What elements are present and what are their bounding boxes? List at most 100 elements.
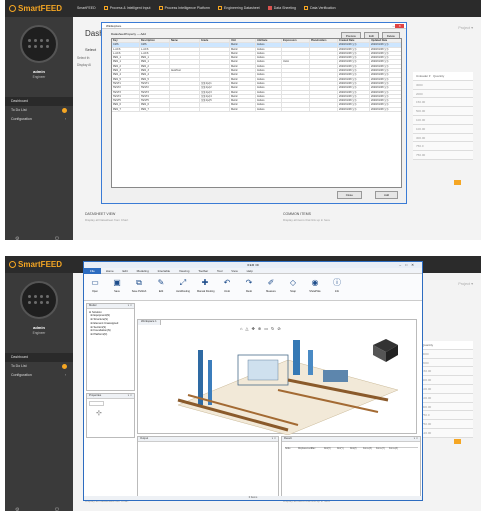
tab-process-intelligence[interactable]: Process Intelligence Platform	[158, 6, 210, 11]
menu-item-configuration[interactable]: Configuration ›	[5, 371, 73, 380]
result-column-header[interactable]: Max	[311, 448, 324, 450]
axis-triad-icon: ⊹	[96, 410, 102, 417]
avatar-dot	[34, 45, 37, 48]
cad-window: IFEM 3D –□✕ File Home Edit Modeling Inte…	[83, 261, 423, 501]
result-column-header[interactable]: Node	[285, 448, 298, 450]
summary-row: 100.00	[419, 384, 473, 394]
result-column-header[interactable]: Force(X)	[363, 448, 376, 450]
pane-pin-icon[interactable]: ▾ ✕	[128, 304, 132, 309]
project-selector[interactable]: Project ▾	[458, 25, 473, 30]
brand-logo[interactable]: SmartFEED	[9, 260, 62, 269]
close-icon[interactable]: ✕	[395, 24, 404, 28]
page-button[interactable]	[454, 180, 461, 185]
pane-pin-icon[interactable]: ▾ ✕	[272, 437, 276, 442]
top-tabs: SmartFEED Process & Intelligent Input Pr…	[77, 5, 343, 11]
ribbon-button-label: ShowHide	[309, 290, 321, 293]
menu-item-todo[interactable]: To Do List	[5, 362, 73, 371]
result-column-header[interactable]: Force(Y)	[376, 448, 389, 450]
page-button[interactable]	[454, 439, 461, 444]
section-note-common: Display all items that link up in here	[283, 218, 331, 222]
menu-item-configuration[interactable]: Configuration ›	[5, 115, 73, 124]
todo-badge	[62, 108, 67, 113]
result-column-header[interactable]: Rot(X)	[324, 448, 337, 450]
avatar-dot	[40, 39, 43, 42]
avatar[interactable]	[20, 281, 58, 319]
select-sub: Select th	[77, 56, 90, 60]
user-name: admin	[33, 325, 45, 330]
edit-button[interactable]: ✎ Edit	[153, 274, 169, 293]
avatar-dot	[28, 45, 31, 48]
menu-item-dashboard[interactable]: Dashboard	[5, 97, 73, 106]
model-column-vessel	[208, 360, 212, 405]
avatar-dot	[34, 295, 37, 298]
close-button[interactable]: Close	[336, 191, 362, 199]
viewport[interactable]: Workspace 1 ⌂ △ ✥ ⊕ ▭ ↻ ⊘	[137, 319, 417, 435]
snap-button[interactable]: ◇ Snap	[285, 274, 301, 293]
logo-icon	[9, 5, 16, 13]
brand-logo[interactable]: SmartFEED	[9, 4, 62, 13]
summary-row: 150.00	[419, 367, 473, 377]
info-button[interactable]: ⓘ Info	[329, 274, 345, 293]
undo-button[interactable]: ↶ Undo	[219, 274, 235, 293]
power-icon[interactable]: ⏻	[55, 236, 59, 240]
gear-icon[interactable]: ⚙	[15, 507, 19, 511]
save-publish-button[interactable]: ⧉ Save Publish	[131, 274, 147, 293]
model-pane-header: Model ▾ ✕	[87, 304, 134, 309]
pane-pin-icon[interactable]: ▾ ✕	[414, 437, 418, 442]
model-column-vessel	[198, 350, 203, 405]
section-title-datasheet: DATASHEET VIEW	[85, 212, 116, 216]
add-button[interactable]: Add	[375, 191, 398, 199]
showhide-button[interactable]: ◉ ShowHide	[307, 274, 323, 293]
avatar-dot	[46, 295, 49, 298]
save-button[interactable]: ▣ Save	[109, 274, 125, 293]
ribbon-button-label: Undo	[224, 290, 230, 293]
avatar-dot	[28, 295, 31, 298]
chevron-right-icon: ›	[64, 373, 66, 377]
tab-data-verification[interactable]: Data Verification	[304, 6, 336, 11]
avatar-dot	[28, 39, 31, 42]
model-equipment	[323, 370, 348, 382]
summary-row: 300.00	[413, 133, 473, 143]
manual-routing-button[interactable]: ✚ Manual Routing	[197, 274, 215, 293]
result-column-header[interactable]: Rot(Y)	[337, 448, 350, 450]
measure-button[interactable]: ✐ Measure	[263, 274, 279, 293]
dialog-titlebar: WinExplore ─ ✕	[102, 23, 406, 29]
menu-item-todo[interactable]: To Do List	[5, 106, 73, 115]
dialog-footer: Close Add	[325, 191, 398, 199]
edit-icon: ✎	[157, 278, 165, 287]
model-pane: Model ▾ ✕ ⊟ Solution ⊞ Equipment(N) ⊞ Str…	[86, 303, 135, 391]
avatar[interactable]	[20, 25, 58, 63]
tab-home[interactable]: SmartFEED	[77, 6, 96, 10]
tab-data-sheeting[interactable]: Data Sheeting	[267, 6, 296, 11]
redo-button[interactable]: ↷ Redo	[241, 274, 257, 293]
pane-pin-icon[interactable]: ▾ ✕	[128, 394, 132, 399]
table-row[interactable]: PEN_7 PEN_7 Metric Asfess 2020/01/08 오후 2020/…	[112, 107, 401, 113]
avatar-dot	[34, 301, 37, 304]
result-column-header[interactable]: Rot(Z)	[350, 448, 363, 450]
table-cell: PEN_7	[140, 107, 170, 113]
autorouting-button[interactable]: ⤢ AutoRouting	[175, 274, 191, 293]
table-cell: Metric	[230, 107, 256, 113]
undo-icon: ↶	[223, 278, 231, 287]
property-search-input[interactable]	[89, 400, 104, 406]
summary-row: 750.00	[413, 151, 473, 160]
datasheet-dialog: WinExplore ─ ✕ DatasheetProperty — Add P…	[101, 22, 407, 204]
ribbon-button-label: Redo	[246, 290, 252, 293]
avatar-dot	[40, 301, 43, 304]
tree-item[interactable]: ⊞ Platform(N)	[89, 333, 134, 337]
close-icon[interactable]: ✕	[411, 263, 418, 267]
result-column-header[interactable]: Force(Z)	[389, 448, 402, 450]
tab-process-input[interactable]: Process & Intelligent Input	[103, 6, 150, 11]
tab-engineering-datasheet[interactable]: Engineering Datasheet	[218, 6, 260, 11]
tab-icon	[158, 6, 163, 11]
summary-row: 300.00	[419, 402, 473, 412]
project-selector[interactable]: Project ▾	[458, 281, 473, 286]
table-cell	[200, 107, 230, 113]
open-button[interactable]: ▭ Open	[87, 274, 103, 293]
result-column-header[interactable]: Displacement	[298, 448, 312, 450]
menu-item-dashboard[interactable]: Dashboard	[5, 353, 73, 362]
gear-icon[interactable]: ⚙	[15, 236, 19, 240]
screenshot-datasheet-dialog: SmartFEED SmartFEED Process & Intelligen…	[5, 0, 481, 240]
table-cell: PEN_7	[112, 107, 140, 113]
power-icon[interactable]: ⏻	[55, 507, 59, 511]
